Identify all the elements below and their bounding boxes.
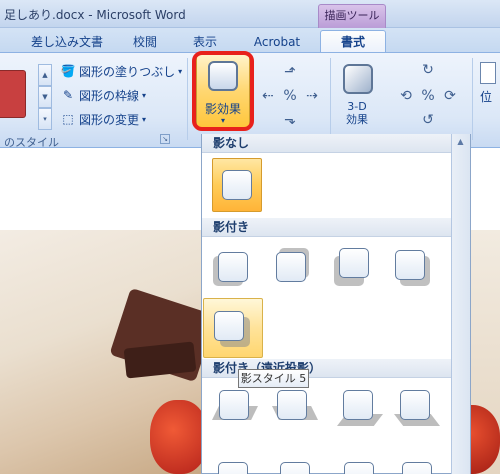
shadow-preview-icon [214, 311, 244, 341]
shadow-preview-icon [339, 248, 369, 278]
red-highlight-annotation [192, 51, 254, 131]
shadow-style-2[interactable] [269, 244, 313, 288]
shape-outline-button[interactable]: ✎ 図形の枠線 ▾ [60, 86, 146, 104]
tab-acrobat[interactable]: Acrobat [246, 33, 308, 53]
shadow-preview-icon [222, 170, 252, 200]
shadow-preview-icon [276, 252, 306, 282]
dropdown-arrow-icon: ▾ [142, 114, 147, 124]
gallery-row-partial [206, 456, 451, 474]
change-shape-label: 図形の変更 [79, 112, 140, 127]
shadow-preview-icon [218, 252, 248, 282]
shadow-preview-icon [277, 390, 307, 420]
change-shape-icon: ⬚ [62, 112, 74, 126]
position-button[interactable]: 位 [480, 62, 500, 118]
dropdown-arrow-icon: ▾ [178, 66, 183, 76]
shadow-preview-icon [395, 250, 425, 280]
tilt-down-icon[interactable]: ↺ [420, 112, 436, 128]
shadow-style-4[interactable] [390, 244, 434, 288]
tab-mailings[interactable]: 差し込み文書 [26, 33, 108, 53]
gallery-scroll-down-button[interactable]: ▼ [38, 86, 52, 108]
group-divider [187, 58, 188, 140]
drawing-tools-contextual-tab: 描画ツール [318, 4, 386, 29]
shadow-preview-icon [400, 390, 430, 420]
shape-fill-label: 図形の塗りつぶし [79, 64, 176, 79]
scroll-up-arrow-icon[interactable]: ▲ [452, 136, 469, 148]
shadow-preview-icon [344, 462, 374, 474]
dropdown-arrow-icon: ▾ [142, 90, 147, 100]
shadow-style-1[interactable] [211, 244, 255, 288]
perspective-shadow-2[interactable] [270, 384, 322, 428]
3d-effects-label-line1: 3-D [347, 100, 367, 113]
3d-effects-label-line2: 効果 [346, 113, 368, 126]
perspective-shadow-1[interactable] [208, 384, 260, 428]
change-shape-button[interactable]: ⬚ 図形の変更 ▾ [60, 110, 146, 128]
perspective-shadow-3[interactable] [335, 384, 387, 428]
group-divider [330, 58, 331, 140]
tilt-right-icon[interactable]: ⟳ [442, 88, 458, 104]
nudge-shadow-left-icon[interactable]: ⇠ [260, 88, 276, 104]
tab-view[interactable]: 表示 [184, 33, 226, 53]
shadow-preview-icon [343, 390, 373, 420]
position-icon [480, 62, 496, 84]
shadow-preview-icon [219, 390, 249, 420]
shadow-preview-icon [402, 462, 432, 474]
3d-on-off-icon[interactable]: % [420, 88, 436, 104]
3d-effects-icon [343, 64, 373, 94]
tilt-left-icon[interactable]: ⟲ [398, 88, 414, 104]
shadow-preview-icon [280, 462, 310, 474]
shadow-style-5-hover[interactable] [203, 298, 263, 358]
gallery-scrollbar[interactable] [451, 134, 470, 474]
gallery-scroll-up-button[interactable]: ▲ [38, 64, 52, 86]
shadow-style-3[interactable] [332, 244, 376, 288]
photo-strawberry [150, 400, 208, 474]
section-header-drop-shadow: 影付き [202, 218, 451, 237]
shape-outline-label: 図形の枠線 [79, 88, 140, 103]
shadow-preview-icon [218, 462, 248, 474]
tilt-up-icon[interactable]: ↻ [420, 62, 436, 78]
section-header-no-shadow: 影なし [202, 134, 451, 153]
tab-review[interactable]: 校閲 [124, 33, 166, 53]
paint-bucket-icon: 🪣 [60, 64, 76, 78]
perspective-shadow-4[interactable] [392, 384, 444, 428]
shadow-on-off-icon[interactable]: % [282, 88, 298, 104]
window-title: 足しあり.docx - Microsoft Word [4, 8, 186, 22]
pencil-icon: ✎ [62, 88, 74, 102]
group-divider [472, 58, 473, 140]
tab-format[interactable]: 書式 [320, 33, 386, 53]
tooltip: 影スタイル 5 [238, 369, 309, 388]
gallery-more-button[interactable]: ▾ [38, 108, 52, 130]
3d-effects-button[interactable]: 3-D 効果 [340, 100, 374, 126]
shape-style-swatch[interactable] [0, 70, 26, 118]
position-label: 位 [480, 90, 493, 104]
nudge-shadow-right-icon[interactable]: ⇢ [304, 88, 320, 104]
shape-fill-button[interactable]: 🪣 図形の塗りつぶし ▾ [60, 62, 183, 80]
nudge-shadow-up-icon[interactable]: ⬏ [282, 64, 298, 80]
shadow-style-none[interactable] [212, 158, 262, 212]
nudge-shadow-down-icon[interactable]: ⬎ [282, 112, 298, 128]
dialog-launcher-icon[interactable]: ↘ [160, 134, 170, 144]
